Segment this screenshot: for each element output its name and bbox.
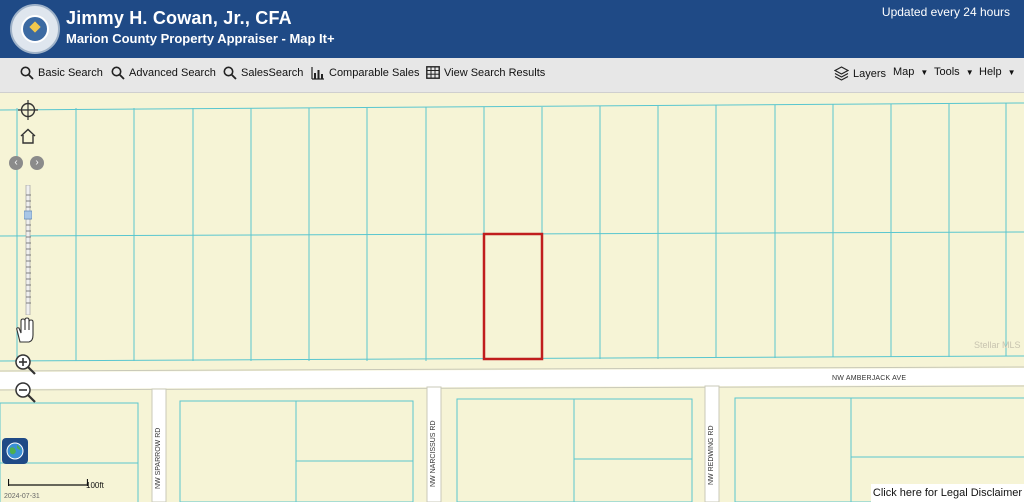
- legal-disclaimer-link[interactable]: Click here for Legal Disclaimer: [871, 484, 1024, 502]
- view-results-button[interactable]: View Search Results: [426, 66, 545, 79]
- layers-icon: [834, 66, 849, 81]
- search-icon: [20, 66, 34, 80]
- zoom-out-icon[interactable]: [14, 381, 36, 403]
- mls-watermark: Stellar MLS: [974, 340, 1021, 350]
- map-menu-label: Map: [893, 66, 915, 78]
- parcel-layer: [0, 102, 1024, 502]
- layers-button[interactable]: Layers: [834, 66, 886, 81]
- road-label-amberjack: NW AMBERJACK AVE: [832, 375, 907, 382]
- road-label-narcissus: NW NARCISSUS RD: [430, 420, 437, 487]
- pan-hand-icon[interactable]: [14, 316, 36, 344]
- comparable-sales-label: Comparable Sales: [329, 67, 420, 79]
- basic-search-button[interactable]: Basic Search: [20, 66, 103, 80]
- sales-search-button[interactable]: SalesSearch: [223, 66, 303, 80]
- chevron-left-icon: ‹: [14, 157, 18, 168]
- basic-search-label: Basic Search: [38, 67, 103, 79]
- table-icon: [426, 66, 440, 79]
- imagery-date: 2024-07-31: [4, 493, 40, 500]
- search-icon: [111, 66, 125, 80]
- app-subtitle: Marion County Property Appraiser - Map I…: [66, 31, 335, 46]
- locate-icon[interactable]: [17, 99, 39, 121]
- update-notice: Updated every 24 hours: [881, 5, 1010, 19]
- caret-down-icon: ▼: [1007, 67, 1016, 77]
- globe-icon: [6, 442, 24, 460]
- search-icon: [223, 66, 237, 80]
- view-results-label: View Search Results: [444, 66, 546, 79]
- zoom-slider[interactable]: [24, 185, 32, 315]
- toolbar: Basic Search Advanced Search SalesSearch…: [0, 58, 1024, 93]
- sales-search-label: SalesSearch: [241, 67, 304, 79]
- scale-bar: [8, 479, 88, 486]
- county-seal-icon: [10, 4, 60, 54]
- app-title: Jimmy H. Cowan, Jr., CFA: [66, 8, 292, 28]
- pan-right-button[interactable]: ›: [30, 156, 44, 170]
- app-header: Jimmy H. Cowan, Jr., CFA Marion County P…: [0, 0, 1024, 58]
- map-canvas[interactable]: NW AMBERJACK AVE NW SPARROW RD NW NARCIS…: [0, 93, 1024, 502]
- road-label-sparrow: NW SPARROW RD: [155, 427, 162, 489]
- legend-button[interactable]: [2, 438, 28, 464]
- caret-down-icon: ▼: [920, 67, 929, 77]
- layers-label: Layers: [853, 67, 887, 80]
- selected-parcel[interactable]: [482, 232, 544, 361]
- chevron-right-icon: ›: [35, 157, 39, 168]
- advanced-search-label: Advanced Search: [129, 67, 216, 79]
- help-menu-label: Help: [979, 66, 1002, 78]
- home-icon[interactable]: [19, 128, 37, 144]
- road-label-redwing: NW REDWING RD: [708, 425, 715, 486]
- zoom-in-icon[interactable]: [14, 353, 36, 375]
- bar-chart-icon: [311, 67, 324, 80]
- tools-menu-label: Tools: [934, 66, 960, 78]
- map-menu[interactable]: Map ▼: [893, 66, 928, 78]
- pan-left-button[interactable]: ‹: [9, 156, 23, 170]
- scale-label: 100ft: [86, 481, 104, 490]
- tools-menu[interactable]: Tools ▼: [934, 66, 974, 78]
- help-menu[interactable]: Help ▼: [979, 66, 1016, 78]
- zoom-slider-handle: [24, 210, 32, 220]
- comparable-sales-button[interactable]: Comparable Sales: [311, 66, 420, 80]
- advanced-search-button[interactable]: Advanced Search: [111, 66, 216, 80]
- caret-down-icon: ▼: [965, 67, 974, 77]
